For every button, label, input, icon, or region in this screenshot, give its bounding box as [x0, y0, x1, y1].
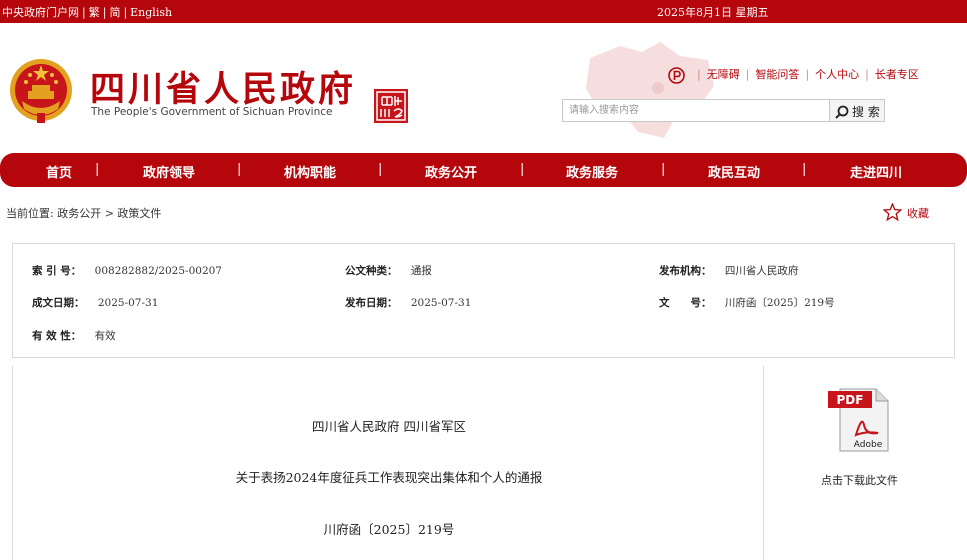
nav-item-open-gov[interactable]: 政务公开 — [425, 162, 477, 181]
meta-doc-no: 文 号： 川府函〔2025〕219号 — [659, 295, 835, 310]
top-link-english[interactable]: English — [130, 6, 172, 19]
meta-index-no: 索 引 号： 008282882/2025-00207 — [32, 263, 222, 278]
meta-doc-type: 公文种类： 通报 — [345, 263, 432, 278]
meta-publisher: 发布机构： 四川省人民政府 — [659, 263, 798, 278]
util-separator: | — [865, 68, 869, 81]
meta-label: 发布日期： — [345, 297, 398, 309]
meta-label: 有 效 性： — [32, 330, 82, 342]
top-link-separator: | — [102, 6, 107, 19]
meta-value: 008282882/2025-00207 — [94, 265, 222, 277]
nav-separator: | — [520, 162, 525, 177]
nav-item-interaction[interactable]: 政民互动 — [708, 162, 760, 181]
top-links: 中央政府门户网 | 繁 | 简 | English — [2, 4, 172, 20]
nav-separator: | — [802, 162, 807, 177]
util-separator: | — [697, 68, 701, 81]
meta-value: 通报 — [410, 265, 432, 277]
favorite-button[interactable]: 收藏 — [882, 202, 929, 222]
accessibility-p-icon[interactable] — [668, 66, 685, 84]
sichuan-map-watermark — [586, 42, 714, 138]
util-separator: | — [745, 68, 750, 81]
meta-label: 成文日期： — [32, 297, 85, 309]
meta-label: 公文种类： — [345, 265, 398, 277]
meta-value: 2025-07-31 — [97, 297, 159, 309]
download-sidebar: PDF Adobe 点击下载此文件 — [764, 366, 955, 560]
util-link-personal-center[interactable]: 个人中心 — [815, 68, 859, 81]
document-content: 四川省人民政府 四川省军区 关于表扬2024年度征兵工作表现突出集体和个人的通报… — [12, 366, 764, 560]
nav-separator: | — [237, 162, 242, 177]
meta-value: 川府函〔2025〕219号 — [724, 297, 835, 309]
nav-item-leaders[interactable]: 政府领导 — [143, 162, 195, 181]
meta-value: 2025-07-31 — [410, 297, 472, 309]
download-link[interactable]: 点击下载此文件 — [764, 472, 955, 488]
nav-item-home[interactable]: 首页 — [46, 162, 72, 181]
site-header: 四川省人民政府 The People's Government of Sichu… — [0, 23, 967, 153]
nav-separator: | — [95, 162, 100, 177]
util-link-elderly-zone[interactable]: 长者专区 — [875, 68, 919, 81]
nav-item-about-sichuan[interactable]: 走进四川 — [850, 162, 902, 181]
document-issuer: 四川省人民政府 四川省军区 — [312, 419, 466, 434]
sichuan-seal-logo — [374, 89, 408, 123]
top-link-simplified[interactable]: 简 — [109, 6, 120, 19]
top-link-separator: | — [82, 6, 86, 19]
top-link-traditional[interactable]: 繁 — [89, 6, 100, 19]
top-link-separator: | — [123, 6, 128, 19]
meta-publish-date: 发布日期： 2025-07-31 — [345, 295, 471, 310]
search-icon — [835, 105, 849, 119]
top-link-gov-portal[interactable]: 中央政府门户网 — [2, 6, 79, 19]
search-button[interactable]: 搜 索 — [829, 99, 885, 122]
meta-value: 四川省人民政府 — [724, 265, 799, 277]
current-date: 2025年8月1日 星期五 — [657, 6, 769, 19]
site-subtitle: The People's Government of Sichuan Provi… — [91, 106, 333, 118]
document-metadata: 索 引 号： 008282882/2025-00207 公文种类： 通报 发布机… — [12, 243, 955, 358]
search-input[interactable] — [562, 99, 830, 122]
nav-item-services[interactable]: 政务服务 — [566, 162, 618, 181]
util-link-accessibility[interactable]: 无障碍 — [707, 68, 740, 81]
nav-separator: | — [378, 162, 383, 177]
breadcrumb[interactable]: 当前位置: 政务公开 > 政策文件 — [6, 205, 161, 221]
meta-label: 发布机构： — [659, 265, 712, 277]
search-button-label: 搜 索 — [852, 105, 880, 119]
document-number: 川府函〔2025〕219号 — [323, 522, 455, 537]
meta-written-date: 成文日期： 2025-07-31 — [32, 295, 158, 310]
main-nav: 首页 | 政府领导 | 机构职能 | 政务公开 | 政务服务 | 政民互动 | … — [0, 153, 967, 187]
util-separator: | — [805, 68, 810, 81]
nav-item-functions[interactable]: 机构职能 — [284, 162, 336, 181]
top-bar: 中央政府门户网 | 繁 | 简 | English 2025年8月1日 星期五 — [0, 0, 967, 23]
meta-validity: 有 效 性： 有效 — [32, 328, 116, 343]
meta-label: 文 号： — [659, 297, 712, 309]
star-icon — [882, 202, 903, 222]
meta-label: 索 引 号： — [32, 265, 82, 277]
nav-separator: | — [661, 162, 666, 177]
utility-links: | 无障碍 | 智能问答 | 个人中心 | 长者专区 — [668, 66, 919, 84]
document-title: 关于表扬2024年度征兵工作表现突出集体和个人的通报 — [235, 470, 543, 485]
pdf-label: PDF — [837, 393, 864, 407]
pdf-icon[interactable]: PDF Adobe — [826, 385, 892, 453]
adobe-label: Adobe — [854, 440, 883, 450]
favorite-label: 收藏 — [907, 207, 929, 220]
national-emblem-icon[interactable] — [8, 57, 74, 125]
meta-value: 有效 — [94, 330, 116, 342]
util-link-smart-qa[interactable]: 智能问答 — [755, 68, 799, 81]
site-title[interactable]: 四川省人民政府 — [90, 61, 356, 112]
